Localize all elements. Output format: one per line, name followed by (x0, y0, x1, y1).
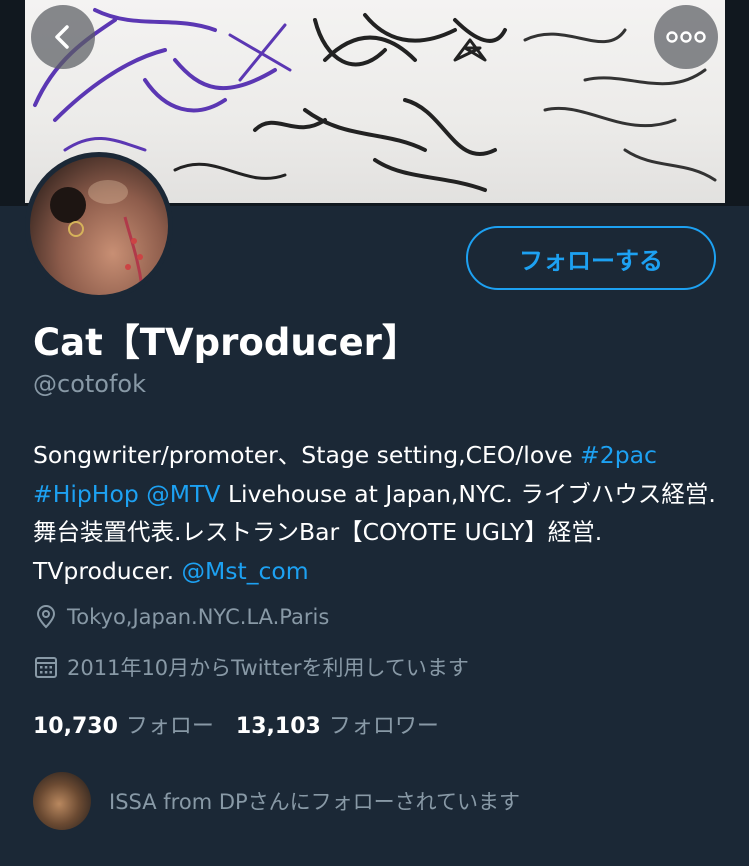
location-row: Tokyo,Japan.NYC.LA.Paris (33, 604, 329, 630)
calendar-icon (33, 654, 59, 680)
avatar-photo-illustration (50, 180, 144, 288)
profile-page: フォローする Cat【TVproducer】 @cotofok Songwrit… (0, 0, 749, 866)
mention-link[interactable]: @Mst_com (182, 557, 309, 585)
profile-name: Cat【TVproducer】 (33, 321, 419, 364)
hashtag-link[interactable]: #HipHop (33, 480, 139, 508)
profile-bio: Songwriter/promoter、Stage setting,CEO/lo… (33, 436, 733, 590)
follow-button[interactable]: フォローする (466, 226, 716, 290)
mention-link[interactable]: @MTV (146, 480, 220, 508)
profile-avatar[interactable] (25, 152, 173, 300)
chevron-left-icon (55, 25, 69, 49)
followed-by-text: ISSA from DPさんにフォローされています (109, 790, 521, 814)
more-horizontal-icon (666, 31, 706, 43)
follower-avatar[interactable] (33, 772, 91, 830)
avatar-image (30, 157, 168, 295)
joined-text: 2011年10月からTwitterを利用しています (67, 656, 469, 680)
joined-row: 2011年10月からTwitterを利用しています (33, 652, 469, 682)
back-button[interactable] (31, 5, 95, 69)
followed-by-row[interactable]: ISSA from DPさんにフォローされています (33, 772, 520, 830)
followers-label[interactable]: フォロワー (329, 708, 439, 740)
bio-text: Songwriter/promoter、Stage setting,CEO/lo… (33, 441, 581, 469)
hashtag-link[interactable]: #2pac (580, 441, 657, 469)
following-count[interactable]: 10,730 (33, 714, 118, 739)
location-pin-icon (33, 604, 59, 630)
following-label[interactable]: フォロー (126, 708, 214, 740)
profile-handle: @cotofok (33, 370, 147, 398)
followers-count[interactable]: 13,103 (236, 714, 321, 739)
more-options-button[interactable] (654, 5, 718, 69)
location-text: Tokyo,Japan.NYC.LA.Paris (67, 605, 330, 629)
follow-stats: 10,730 フォロー 13,103 フォロワー (33, 708, 461, 740)
